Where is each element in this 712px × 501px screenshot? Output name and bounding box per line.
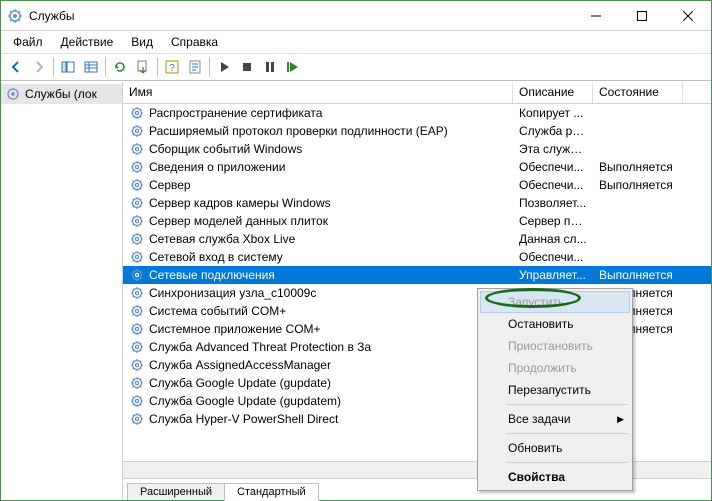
gear-icon [129, 177, 145, 193]
gear-icon [129, 285, 145, 301]
service-name: Расширяемый протокол проверки подлинност… [149, 124, 448, 138]
gear-icon [129, 303, 145, 319]
details-button[interactable] [80, 56, 102, 78]
service-name: Сервер [149, 178, 191, 192]
context-menu: Запустить Остановить Приостановить Продо… [477, 288, 633, 491]
gear-icon [129, 105, 145, 121]
gear-icon [129, 321, 145, 337]
service-name: Системное приложение COM+ [149, 322, 321, 336]
ctx-start[interactable]: Запустить [480, 291, 630, 313]
menu-help[interactable]: Справка [163, 33, 226, 51]
tree-root-label: Службы (лок [25, 87, 97, 101]
gear-icon [129, 339, 145, 355]
column-header-state[interactable]: Состояние [593, 82, 683, 103]
minimize-button[interactable] [573, 1, 619, 31]
ctx-properties[interactable]: Свойства [480, 466, 630, 488]
service-desc: Эта служб... [513, 142, 593, 156]
service-row[interactable]: Сведения о приложении Обеспечи...Выполняе… [123, 158, 711, 176]
service-desc: Управляет... [513, 268, 593, 282]
service-row[interactable]: Сетевой вход в систему Обеспечи... [123, 248, 711, 266]
chevron-right-icon: ▶ [617, 414, 624, 425]
service-row[interactable]: Сборщик событий Windows Эта служб... [123, 140, 711, 158]
service-desc: Служба ра... [513, 124, 593, 138]
service-name: Сервер кадров камеры Windows [149, 196, 331, 210]
app-icon [7, 8, 23, 24]
gear-icon [129, 213, 145, 229]
service-row[interactable]: Распространение сертификата Копирует ... [123, 104, 711, 122]
service-name: Распространение сертификата [149, 106, 322, 120]
gear-icon [129, 375, 145, 391]
service-name: Сборщик событий Windows [149, 142, 302, 156]
properties-button[interactable] [184, 56, 206, 78]
gear-icon [129, 231, 145, 247]
gear-icon [5, 86, 21, 102]
service-name: Служба Hyper-V PowerShell Direct [149, 412, 338, 426]
maximize-button[interactable] [619, 1, 665, 31]
service-name: Служба Google Update (gupdate) [149, 376, 331, 390]
column-header-name[interactable]: Имя [123, 82, 513, 103]
ctx-pause[interactable]: Приостановить [480, 335, 630, 357]
stop-service-button[interactable] [236, 56, 258, 78]
service-desc: Обеспечи... [513, 160, 593, 174]
service-row[interactable]: Сервер кадров камеры Windows Позволяет... [123, 194, 711, 212]
service-name: Служба AssignedAccessManager [149, 358, 331, 372]
service-desc: Копирует ... [513, 106, 593, 120]
service-state: Выполняется [593, 160, 683, 174]
close-button[interactable] [665, 1, 711, 31]
menu-action[interactable]: Действие [53, 33, 122, 51]
start-service-button[interactable] [213, 56, 235, 78]
service-state: Выполняется [593, 268, 683, 282]
service-name: Синхронизация узла_c10009c [149, 286, 316, 300]
menu-file[interactable]: Файл [5, 33, 51, 51]
service-name: Сетевой вход в систему [149, 250, 283, 264]
service-name: Сервер моделей данных плиток [149, 214, 328, 228]
gear-icon [129, 141, 145, 157]
ctx-restart[interactable]: Перезапустить [480, 379, 630, 401]
ctx-stop[interactable]: Остановить [480, 313, 630, 335]
service-row[interactable]: Сетевая служба Xbox Live Данная сл... [123, 230, 711, 248]
gear-icon [129, 267, 145, 283]
service-desc: Сервер пл... [513, 214, 593, 228]
gear-icon [129, 123, 145, 139]
refresh-button[interactable] [109, 56, 131, 78]
forward-button[interactable] [28, 56, 50, 78]
pause-service-button[interactable] [259, 56, 281, 78]
service-state: Выполняется [593, 178, 683, 192]
service-name: Служба Advanced Threat Protection в Зa [149, 340, 371, 354]
show-hide-tree-button[interactable] [57, 56, 79, 78]
tab-standard[interactable]: Стандартный [224, 483, 319, 501]
svg-text:?: ? [169, 63, 175, 74]
service-name: Сетевая служба Xbox Live [149, 232, 295, 246]
service-desc: Обеспечи... [513, 178, 593, 192]
export-button[interactable] [132, 56, 154, 78]
gear-icon [129, 357, 145, 373]
gear-icon [129, 159, 145, 175]
service-row[interactable]: Сервер Обеспечи...Выполняется [123, 176, 711, 194]
window-title: Службы [29, 9, 573, 23]
ctx-refresh[interactable]: Обновить [480, 437, 630, 459]
service-desc: Обеспечи... [513, 250, 593, 264]
service-name: Система событий COM+ [149, 304, 286, 318]
ctx-resume[interactable]: Продолжить [480, 357, 630, 379]
back-button[interactable] [5, 56, 27, 78]
tree-root-services[interactable]: Службы (лок [1, 84, 122, 104]
help-button[interactable]: ? [161, 56, 183, 78]
service-desc: Данная сл... [513, 232, 593, 246]
ctx-all-tasks[interactable]: Все задачи ▶ [480, 408, 630, 430]
service-row[interactable]: Расширяемый протокол проверки подлинност… [123, 122, 711, 140]
restart-service-button[interactable] [282, 56, 304, 78]
service-name: Служба Google Update (gupdatem) [149, 394, 341, 408]
gear-icon [129, 195, 145, 211]
service-row[interactable]: Сервер моделей данных плиток Сервер пл... [123, 212, 711, 230]
service-desc: Позволяет... [513, 196, 593, 210]
menu-view[interactable]: Вид [123, 33, 161, 51]
gear-icon [129, 393, 145, 409]
gear-icon [129, 249, 145, 265]
service-row[interactable]: Сетевые подключения Управляет...Выполняет… [123, 266, 711, 284]
tab-extended[interactable]: Расширенный [127, 483, 225, 500]
service-name: Сетевые подключения [149, 268, 275, 282]
column-header-description[interactable]: Описание [513, 82, 593, 103]
service-name: Сведения о приложении [149, 160, 285, 174]
gear-icon [129, 411, 145, 427]
